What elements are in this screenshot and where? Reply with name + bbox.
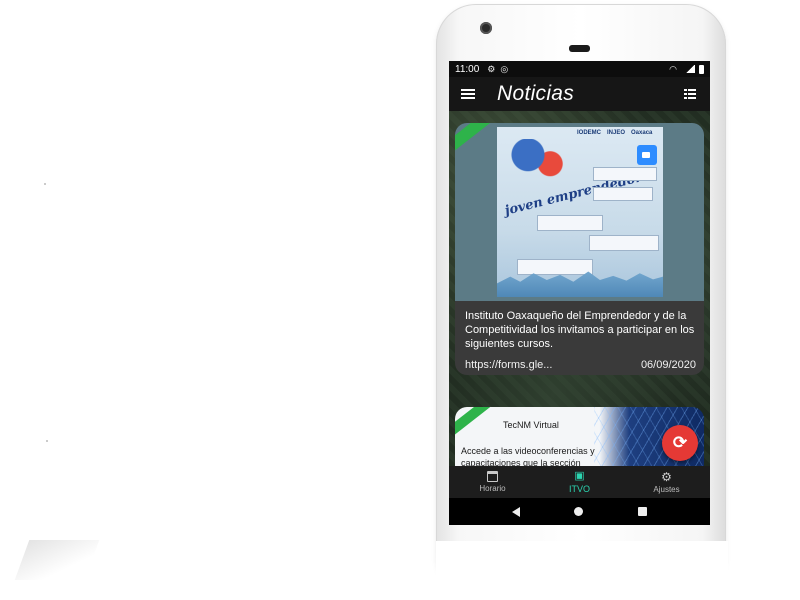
news-description: Instituto Oaxaqueño del Emprendedor y de… <box>465 310 695 350</box>
nav-label: ITVO <box>568 483 590 494</box>
stage: 11:00 ⚙ ◎ ◠ Noticias IODEMC INJEO Oaxaca… <box>0 0 800 600</box>
signal-icon <box>686 65 695 73</box>
nav-item-itvo[interactable]: ▣ ITVO <box>536 466 623 498</box>
news-title: TecNM Virtual <box>503 420 559 430</box>
news-date: 06/09/2020 <box>640 359 696 371</box>
refresh-button[interactable]: ⟳ <box>662 425 698 461</box>
nav-label: Ajustes <box>653 484 680 494</box>
hamburger-icon[interactable] <box>461 89 475 99</box>
book-icon: ▣ <box>574 469 585 482</box>
poster-logos: IODEMC INJEO Oaxaca <box>577 130 652 136</box>
decor-shadow <box>14 540 100 580</box>
refresh-icon: ⟳ <box>672 433 688 452</box>
sync-icon: ◎ <box>500 63 509 74</box>
poster-session-box <box>517 259 593 275</box>
nav-item-horario[interactable]: Horario <box>449 466 536 498</box>
system-navigation-bar <box>449 498 710 525</box>
news-image[interactable]: IODEMC INJEO Oaxaca joven emprendedor <box>455 123 704 301</box>
news-link[interactable]: https://forms.gle... <box>465 359 552 371</box>
list-view-icon[interactable] <box>684 89 696 99</box>
poster-session-box <box>593 167 657 181</box>
logo-text: Oaxaca <box>631 130 653 136</box>
decor-dot <box>46 440 48 442</box>
logo-text: IODEMC <box>577 130 601 136</box>
battery-icon <box>699 64 704 74</box>
calendar-icon <box>487 471 498 482</box>
bottom-navigation: Horario ▣ ITVO ⚙ Ajustes <box>449 466 710 498</box>
front-camera <box>480 22 492 34</box>
news-card[interactable]: IODEMC INJEO Oaxaca joven emprendedor In… <box>455 123 704 375</box>
status-time: 11:00 <box>455 63 480 75</box>
recents-icon[interactable] <box>637 507 647 516</box>
wifi-icon: ◠ <box>669 63 677 74</box>
event-poster: IODEMC INJEO Oaxaca joven emprendedor <box>497 127 663 297</box>
status-bar: 11:00 ⚙ ◎ ◠ <box>449 61 710 77</box>
corner-ribbon <box>455 123 501 165</box>
phone-crop <box>436 541 728 600</box>
poster-session-box <box>537 215 603 231</box>
page-title: Noticias <box>497 82 575 105</box>
decor-dot <box>44 183 46 185</box>
gear-icon: ⚙ <box>487 63 496 74</box>
back-icon[interactable] <box>512 506 521 517</box>
gear-icon: ⚙ <box>661 469 672 484</box>
news-feed[interactable]: IODEMC INJEO Oaxaca joven emprendedor In… <box>449 111 710 466</box>
nav-item-ajustes[interactable]: ⚙ Ajustes <box>623 466 710 498</box>
news-description: Accede a las videoconferencias y capacit… <box>461 446 595 466</box>
earpiece-speaker <box>569 45 590 52</box>
poster-illustration <box>507 139 567 184</box>
zoom-logo-icon <box>637 145 657 165</box>
corner-ribbon <box>455 407 499 444</box>
logo-text: INJEO <box>607 130 626 136</box>
home-icon[interactable] <box>574 507 584 516</box>
nav-label: Horario <box>479 484 506 493</box>
app-bar: Noticias <box>449 77 710 111</box>
phone-screen: 11:00 ⚙ ◎ ◠ Noticias IODEMC INJEO Oaxaca… <box>449 61 710 525</box>
poster-session-box <box>589 235 659 251</box>
poster-session-box <box>593 187 653 201</box>
